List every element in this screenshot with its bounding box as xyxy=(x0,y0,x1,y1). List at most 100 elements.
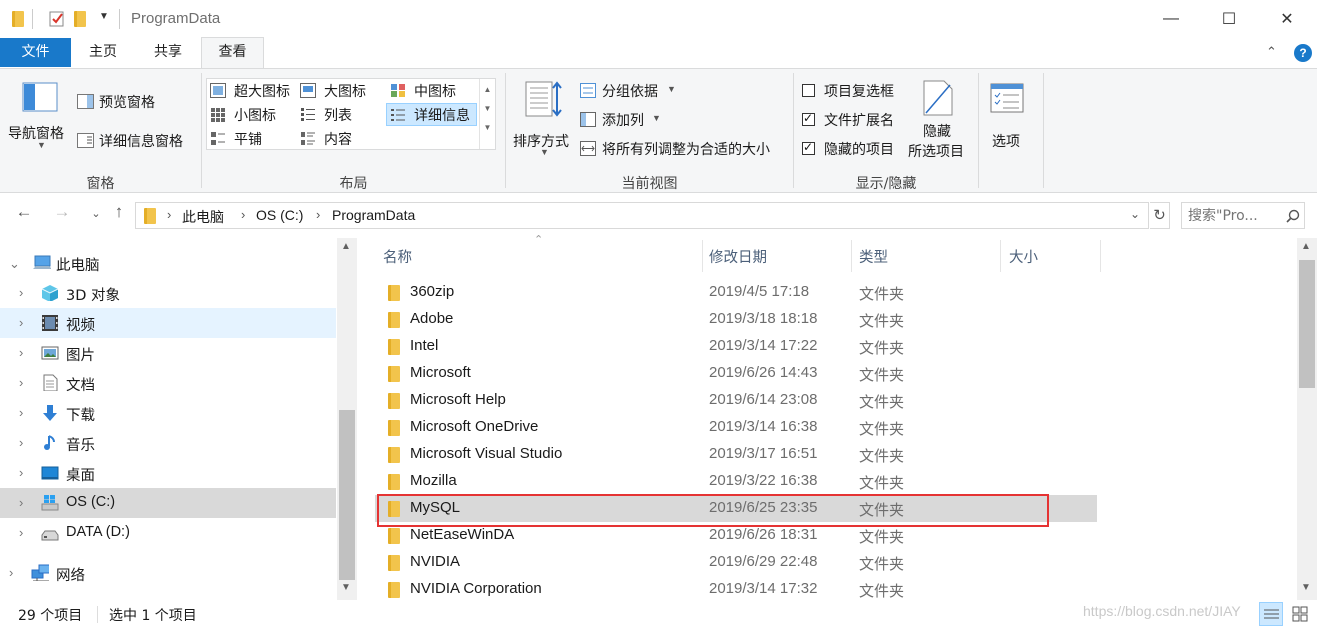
tab-share[interactable]: 共享 xyxy=(135,38,201,67)
chevron-right-icon[interactable]: › xyxy=(19,495,23,510)
tab-file[interactable]: 文件 xyxy=(0,38,71,67)
customize-toolbar-icon[interactable]: ▼ xyxy=(99,11,109,22)
nav-label: 音乐 xyxy=(66,438,95,454)
address-dropdown-icon[interactable]: ⌄ xyxy=(1130,207,1140,221)
nav-label: 3D 对象 xyxy=(66,288,120,304)
scrollbar-thumb[interactable] xyxy=(1299,260,1315,388)
nav-item-pictures[interactable]: › 图片 xyxy=(0,338,336,368)
file-row[interactable]: 360zip 2019/4/5 17:18 文件夹 xyxy=(375,279,1097,306)
recent-locations-icon[interactable]: ⌄ xyxy=(84,207,108,220)
column-header-modified[interactable]: 修改日期 xyxy=(709,244,849,272)
chevron-down-icon[interactable]: ⌄ xyxy=(9,256,20,272)
nav-item-network[interactable]: › 网络 xyxy=(0,558,336,588)
file-row[interactable]: Intel 2019/3/14 17:22 文件夹 xyxy=(375,333,1097,360)
file-row[interactable]: NVIDIA 2019/6/29 22:48 文件夹 xyxy=(375,549,1097,576)
refresh-button[interactable]: ↻ xyxy=(1150,202,1170,229)
new-folder-icon[interactable] xyxy=(74,10,92,28)
nav-item-this-pc[interactable]: ⌄ 此电脑 xyxy=(0,248,336,278)
file-row[interactable]: Microsoft OneDrive 2019/3/14 16:38 文件夹 xyxy=(375,414,1097,441)
file-row[interactable]: Microsoft 2019/6/26 14:43 文件夹 xyxy=(375,360,1097,387)
hide-selected-button[interactable]: 隐藏 所选项目 xyxy=(906,77,972,163)
file-type: 文件夹 xyxy=(859,366,905,384)
help-icon[interactable]: ? xyxy=(1294,44,1312,62)
breadcrumb-os-c[interactable]: OS (C:) xyxy=(256,207,303,223)
search-input[interactable] xyxy=(1188,206,1280,225)
item-checkboxes-toggle[interactable]: 项目复选框 xyxy=(802,81,902,101)
group-by-icon xyxy=(580,83,596,98)
details-view-button[interactable] xyxy=(1259,602,1283,626)
file-row[interactable]: NVIDIA Corporation 2019/3/14 17:32 文件夹 xyxy=(375,576,1097,603)
file-extensions-checkbox[interactable] xyxy=(802,111,815,126)
forward-button[interactable]: → xyxy=(50,202,74,222)
properties-icon[interactable] xyxy=(48,10,66,28)
back-button[interactable]: ← xyxy=(12,202,36,222)
tab-home[interactable]: 主页 xyxy=(71,38,135,67)
hide-selected-label-2: 所选项目 xyxy=(908,144,964,160)
breadcrumb-pc[interactable]: 此电脑 xyxy=(182,207,224,227)
nav-item-os-c[interactable]: › OS (C:) xyxy=(0,488,336,518)
file-type: 文件夹 xyxy=(859,447,905,465)
file-row[interactable]: Microsoft Help 2019/6/14 23:08 文件夹 xyxy=(375,387,1097,414)
nav-item-documents[interactable]: › 文档 xyxy=(0,368,336,398)
folder-icon xyxy=(388,474,400,490)
hidden-items-checkbox[interactable] xyxy=(802,140,815,155)
scrollbar-thumb[interactable] xyxy=(339,410,355,580)
file-type: 文件夹 xyxy=(859,339,905,357)
file-row[interactable]: Adobe 2019/3/18 18:18 文件夹 xyxy=(375,306,1097,333)
chevron-right-icon[interactable]: › xyxy=(19,525,23,540)
nav-item-downloads[interactable]: › 下载 xyxy=(0,398,336,428)
column-header-type[interactable]: 类型 xyxy=(859,244,999,272)
nav-item-videos[interactable]: › 视频 xyxy=(0,308,336,338)
file-row[interactable]: Microsoft Visual Studio 2019/3/17 16:51 … xyxy=(375,441,1097,468)
chevron-right-icon[interactable]: › xyxy=(19,285,23,300)
options-button[interactable]: 选项 xyxy=(985,77,1029,157)
column-header-size[interactable]: 大小 xyxy=(1009,244,1099,272)
nav-label: 网络 xyxy=(56,568,85,584)
scroll-up-icon[interactable]: ▲ xyxy=(341,241,351,252)
minimize-button[interactable]: — xyxy=(1142,0,1200,38)
file-list-scrollbar[interactable]: ▲ ▼ xyxy=(1297,238,1317,600)
chevron-down-icon: ▼ xyxy=(652,113,661,123)
gallery-more-icon[interactable]: ▼ xyxy=(480,123,495,132)
search-box[interactable] xyxy=(1181,202,1305,229)
size-columns-icon xyxy=(580,141,596,156)
chevron-right-icon[interactable]: › xyxy=(19,405,23,420)
chevron-right-icon[interactable]: › xyxy=(9,565,13,580)
collapse-ribbon-icon[interactable]: ⌃ xyxy=(1266,44,1277,60)
address-bar[interactable]: › 此电脑 › OS (C:) › ProgramData ⌄ xyxy=(135,202,1149,229)
chevron-right-icon[interactable]: › xyxy=(19,345,23,360)
up-button[interactable]: ↑ xyxy=(107,202,131,222)
nav-pane-scrollbar[interactable]: ▲ ▼ xyxy=(337,238,357,600)
scroll-down-icon[interactable]: ▼ xyxy=(341,582,351,593)
scroll-up-icon[interactable]: ▲ xyxy=(1301,241,1311,252)
file-row[interactable]: Mozilla 2019/3/22 16:38 文件夹 xyxy=(375,468,1097,495)
large-icons-icon xyxy=(1292,606,1308,622)
large-icons-view-button[interactable] xyxy=(1288,602,1312,626)
layout-details[interactable]: 详细信息 xyxy=(386,103,477,126)
nav-item-data-d[interactable]: › DATA (D:) xyxy=(0,518,336,548)
layout-gallery-scroll[interactable]: ▲ ▼ ▼ xyxy=(479,79,495,149)
sort-by-button[interactable]: 排序方式 ▼ xyxy=(510,77,574,163)
scroll-down-icon[interactable]: ▼ xyxy=(1301,582,1311,593)
nav-item-desktop[interactable]: › 桌面 xyxy=(0,458,336,488)
nav-label: 桌面 xyxy=(66,468,95,484)
folder-icon xyxy=(388,339,400,355)
maximize-button[interactable]: ☐ xyxy=(1200,0,1258,38)
file-extensions-toggle[interactable]: 文件扩展名 xyxy=(802,110,902,130)
ribbon-tabs: 文件 主页 共享 查看 ⌃ ? xyxy=(0,37,1317,68)
tab-view[interactable]: 查看 xyxy=(201,37,264,68)
layout-extra-large-icons-label: 超大图标 xyxy=(234,84,290,100)
item-checkboxes-checkbox[interactable] xyxy=(802,84,815,97)
chevron-right-icon[interactable]: › xyxy=(19,435,23,450)
chevron-right-icon[interactable]: › xyxy=(19,465,23,480)
breadcrumb-programdata[interactable]: ProgramData xyxy=(332,207,415,223)
nav-item-3d-objects[interactable]: › 3D 对象 xyxy=(0,278,336,308)
chevron-right-icon[interactable]: › xyxy=(19,315,23,330)
nav-item-music[interactable]: › 音乐 xyxy=(0,428,336,458)
close-button[interactable]: ✕ xyxy=(1258,0,1316,38)
selected-count: 选中 1 个项目 xyxy=(109,608,197,624)
chevron-right-icon[interactable]: › xyxy=(19,375,23,390)
nav-pane-button[interactable]: 导航窗格 ▼ xyxy=(8,77,72,153)
hidden-items-toggle[interactable]: 隐藏的项目 xyxy=(802,139,902,159)
column-header-name[interactable]: 名称 xyxy=(383,244,701,272)
